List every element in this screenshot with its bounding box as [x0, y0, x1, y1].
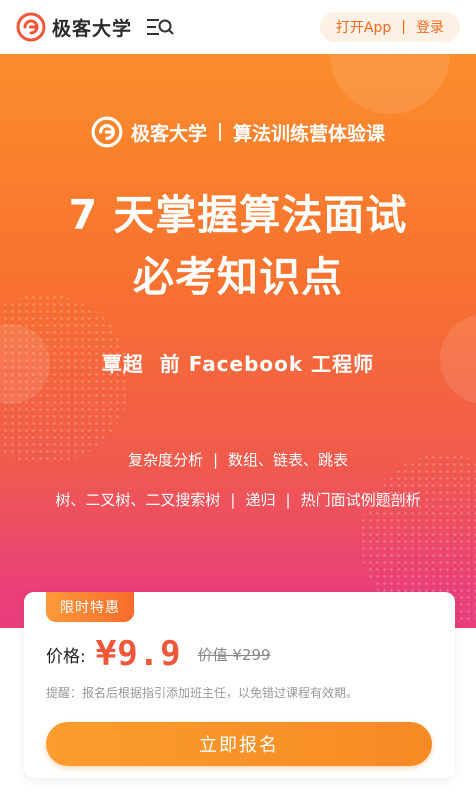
top-bar: 极客大学 打开App | 登录 [0, 0, 476, 54]
sub-brand-course: 算法训练营体验课 [233, 122, 386, 145]
topics-row-1: 复杂度分析 | 数组、链表、跳表 [0, 440, 476, 480]
topic-separator: | [230, 491, 236, 509]
title-line-1: 7 天掌握算法面试 [68, 191, 408, 239]
enroll-button[interactable]: 立即报名 [46, 722, 432, 766]
price-current: ¥9.9 [95, 634, 182, 674]
price-row: 价格: ¥9.9 价值 ¥299 [46, 634, 271, 674]
brand-name: 极客大学 [52, 17, 133, 40]
topics: 复杂度分析 | 数组、链表、跳表 树、二叉树、二叉搜索树 | 递归 | 热门面试例题剖析 [0, 440, 476, 520]
decor-circle [330, 54, 450, 114]
geekbang-logo-icon [16, 12, 46, 42]
topic-item: 复杂度分析 [127, 451, 203, 469]
price-original: 价值 ¥299 [197, 645, 271, 664]
title-line-2: 必考知识点 [133, 253, 343, 301]
topic-separator: | [285, 491, 291, 509]
menu-search-icon[interactable] [146, 16, 174, 38]
page-title: 7 天掌握算法面试 必考知识点 [0, 184, 476, 308]
login-link[interactable]: 登录 [416, 17, 444, 37]
topic-item: 数组、链表、跳表 [228, 451, 349, 469]
sub-brand: 极客大学 算法训练营体验课 [0, 116, 476, 148]
topic-item: 递归 [245, 491, 276, 509]
top-actions: 打开App | 登录 [319, 12, 460, 42]
promo-tag: 限时特惠 [46, 592, 134, 622]
enroll-notice: 提醒：报名后根据指引添加班主任，以免错过课程有效期。 [46, 686, 359, 700]
brand[interactable]: 极客大学 [16, 12, 174, 42]
sub-brand-divider [219, 123, 221, 141]
geekbang-logo-icon [91, 116, 123, 148]
topics-row-2: 树、二叉树、二叉搜索树 | 递归 | 热门面试例题剖析 [0, 480, 476, 520]
price-label: 价格: [46, 646, 86, 667]
open-app-link[interactable]: 打开App [336, 17, 391, 37]
topic-item: 热门面试例题剖析 [300, 491, 421, 509]
sub-brand-name: 极客大学 [130, 122, 207, 145]
top-separator: | [401, 19, 406, 35]
topic-item: 树、二叉树、二叉搜索树 [55, 491, 221, 509]
instructor: 覃超 前 Facebook 工程师 [101, 352, 375, 376]
topic-separator: | [212, 451, 219, 469]
price-card: 限时特惠 价格: ¥9.9 价值 ¥299 提醒：报名后根据指引添加班主任，以免… [24, 592, 455, 778]
